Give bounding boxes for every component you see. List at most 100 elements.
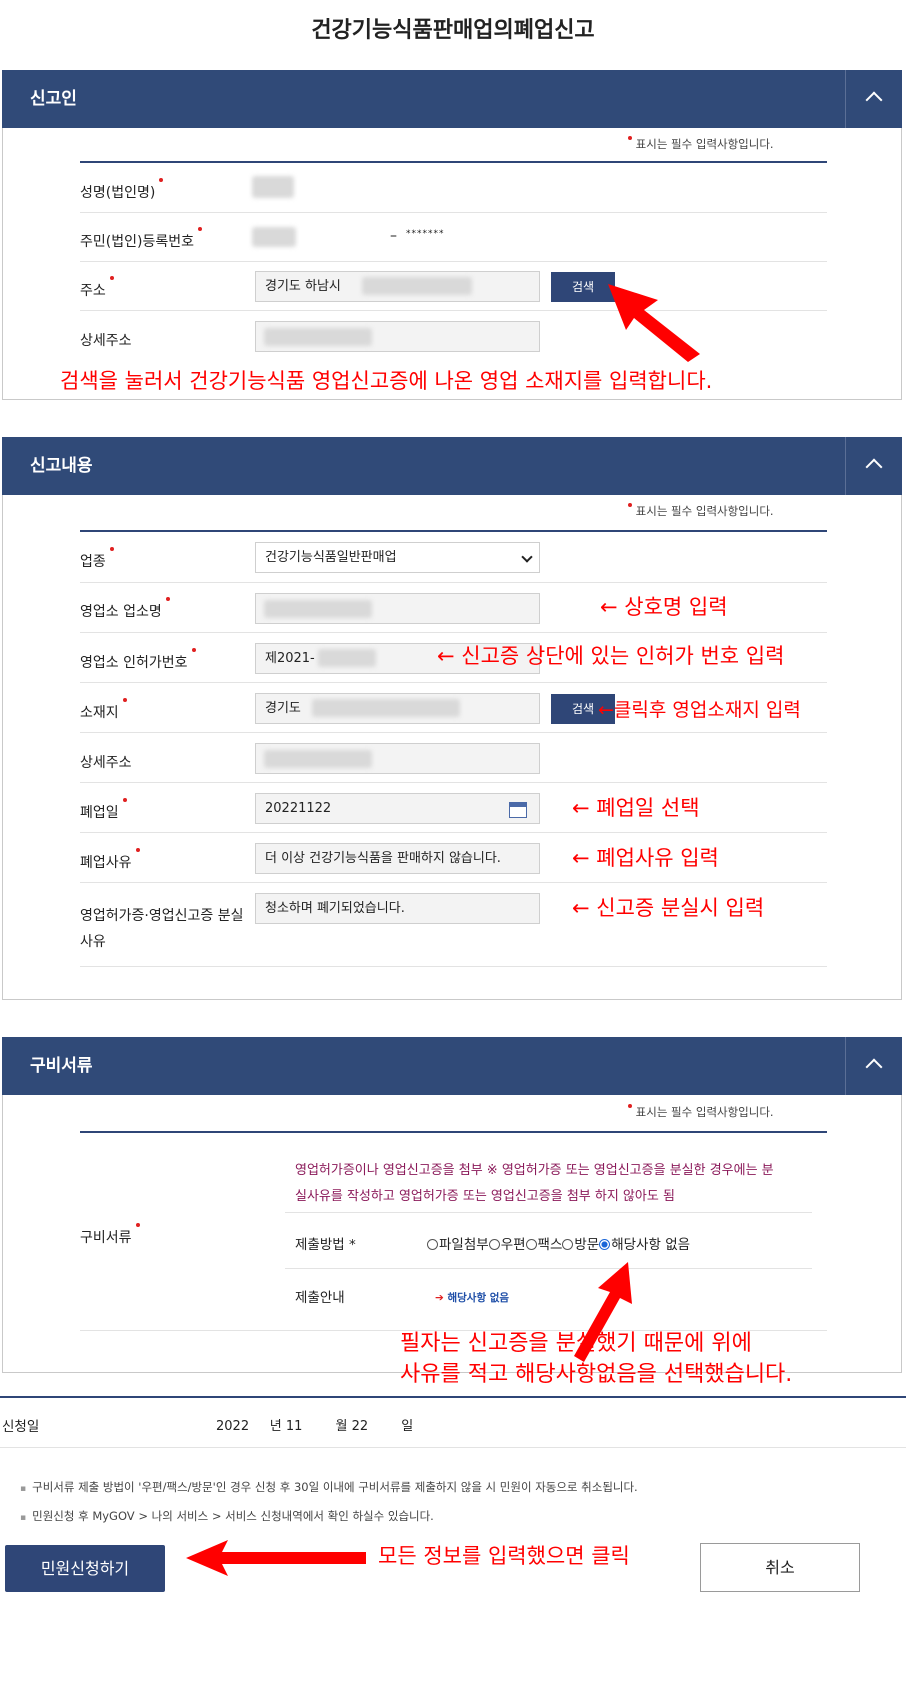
chevron-up-icon	[865, 91, 883, 109]
radio-selected-icon[interactable]	[599, 1239, 611, 1250]
radio-visit[interactable]: 방문	[562, 1237, 599, 1253]
field-label-industry: 업종	[80, 547, 114, 571]
redacted-value	[252, 227, 296, 247]
section-header-applicant: 신고인	[2, 70, 902, 128]
annotation-loss: ← 신고증 분실시 입력	[572, 896, 765, 920]
industry-select[interactable]: 건강기능식품일반판매업	[255, 542, 540, 573]
field-label-closing-date: 폐업일	[80, 798, 127, 822]
annotation-submit: 모든 정보를 입력했으면 클릭	[378, 1544, 630, 1568]
required-dot-icon	[628, 503, 632, 507]
row-divider	[285, 1212, 812, 1213]
required-dot-icon	[109, 547, 114, 551]
field-label-rrn: 주민(법인)등록번호	[80, 227, 202, 251]
section-title: 신고인	[30, 89, 77, 109]
chevron-up-icon	[865, 1058, 883, 1076]
required-note: 표시는 필수 입력사항입니다.	[628, 503, 774, 519]
field-label-detail-address: 상세주소	[80, 333, 132, 349]
guide-value: ➔ 해당사항 없음	[435, 1292, 510, 1304]
redacted-value	[362, 277, 472, 295]
required-note: 표시는 필수 입력사항입니다.	[628, 1104, 774, 1120]
row-divider	[285, 1268, 812, 1269]
arrow-right-icon: ➔	[435, 1292, 448, 1304]
radio-mail[interactable]: 우편	[488, 1237, 526, 1253]
loss-reason-input[interactable]: 청소하며 폐기되었습니다.	[255, 893, 540, 924]
annotation-reason: ← 폐업사유 입력	[572, 846, 719, 870]
method-radio-group: 파일첨부 우편 팩스 방문 해당사항 없음	[427, 1233, 690, 1253]
redacted-value	[312, 699, 460, 717]
radio-icon[interactable]	[427, 1239, 438, 1250]
radio-not-applicable[interactable]: 해당사항 없음	[599, 1237, 690, 1253]
row-divider	[80, 882, 827, 883]
radio-file[interactable]: 파일첨부	[427, 1237, 489, 1253]
row-divider	[80, 682, 827, 683]
required-dot-icon	[135, 848, 140, 852]
redacted-value	[264, 600, 372, 618]
radio-fax[interactable]: 팩스	[525, 1237, 562, 1253]
collapse-toggle-button[interactable]	[845, 437, 902, 495]
annotation-biz-name: ← 상호명 입력	[600, 595, 728, 619]
row-divider	[0, 1447, 906, 1448]
required-dot-icon	[165, 597, 170, 601]
row-divider	[80, 310, 827, 311]
rrn-masked: *******	[406, 229, 445, 239]
chevron-down-icon	[521, 551, 533, 563]
rrn-dash: –	[390, 228, 397, 244]
section-title: 신고내용	[30, 456, 93, 476]
required-dot-icon	[122, 798, 127, 802]
submit-application-button[interactable]: 민원신청하기	[5, 1545, 165, 1592]
section-header-documents: 구비서류	[2, 1037, 902, 1095]
annotation-license: ← 신고증 상단에 있는 인허가 번호 입력	[437, 644, 785, 668]
row-divider	[80, 582, 827, 583]
cancel-button[interactable]: 취소	[700, 1543, 860, 1592]
divider	[80, 530, 827, 532]
required-dot-icon	[628, 1104, 632, 1108]
divider	[80, 1131, 827, 1133]
row-divider	[80, 261, 827, 262]
field-label-loss-reason: 영업허가증·영업신고증 분실사유	[80, 908, 244, 950]
section-title: 구비서류	[30, 1056, 93, 1076]
annotation-arrow-icon	[608, 284, 700, 362]
required-dot-icon	[135, 1223, 140, 1227]
annotation-closing-date: ← 폐업일 선택	[572, 796, 700, 820]
required-dot-icon	[191, 648, 196, 652]
guide-label: 제출안내	[295, 1290, 345, 1306]
collapse-toggle-button[interactable]	[845, 1037, 902, 1095]
redacted-value	[264, 750, 372, 768]
row-divider	[80, 966, 827, 967]
method-label: 제출방법 *	[295, 1237, 356, 1253]
required-note: 표시는 필수 입력사항입니다.	[628, 136, 774, 152]
field-label-documents: 구비서류	[80, 1223, 140, 1247]
documents-description: 영업허가증이나 영업신고증을 첨부 ※ 영업허가증 또는 영업신고증을 분실한 …	[295, 1163, 774, 1204]
required-dot-icon	[628, 136, 632, 140]
divider	[0, 1396, 906, 1398]
chevron-up-icon	[865, 458, 883, 476]
radio-icon[interactable]	[562, 1239, 574, 1250]
annotation-documents: 필자는 신고증을 분실했기 때문에 위에 사유를 적고 해당사항없음을 선택했습니…	[400, 1331, 793, 1387]
redacted-value	[264, 328, 372, 346]
required-dot-icon	[109, 276, 114, 280]
divider	[80, 161, 827, 163]
closing-date-input[interactable]: 20221122	[255, 793, 540, 824]
row-divider	[80, 632, 827, 633]
note-item: 구비서류 제출 방법이 '우편/팩스/방문'인 경우 신청 후 30일 이내에 …	[20, 1479, 638, 1495]
field-label-detail-address: 상세주소	[80, 755, 132, 771]
field-label-license: 영업소 인허가번호	[80, 648, 196, 672]
row-divider	[80, 732, 827, 733]
field-label-reason: 폐업사유	[80, 848, 140, 872]
calendar-icon[interactable]	[509, 802, 527, 818]
radio-icon[interactable]	[525, 1239, 537, 1250]
redacted-value	[318, 649, 376, 667]
reason-input[interactable]: 더 이상 건강기능식품을 판매하지 않습니다.	[255, 843, 540, 874]
row-divider	[80, 212, 827, 213]
page-title: 건강기능식품판매업의폐업신고	[311, 18, 595, 43]
required-dot-icon	[197, 227, 202, 231]
required-dot-icon	[122, 698, 127, 702]
field-label-biz-name: 영업소 업소명	[80, 597, 170, 621]
annotation-address: 검색을 눌러서 건강기능식품 영업신고증에 나온 영업 소재지를 입력합니다.	[60, 369, 713, 393]
row-divider	[80, 832, 827, 833]
radio-icon[interactable]	[488, 1239, 500, 1250]
annotation-location: ←클릭후 영업소재지 입력	[598, 699, 801, 721]
redacted-value	[252, 176, 294, 198]
collapse-toggle-button[interactable]	[845, 70, 902, 128]
annotation-arrow-icon	[186, 1540, 366, 1576]
